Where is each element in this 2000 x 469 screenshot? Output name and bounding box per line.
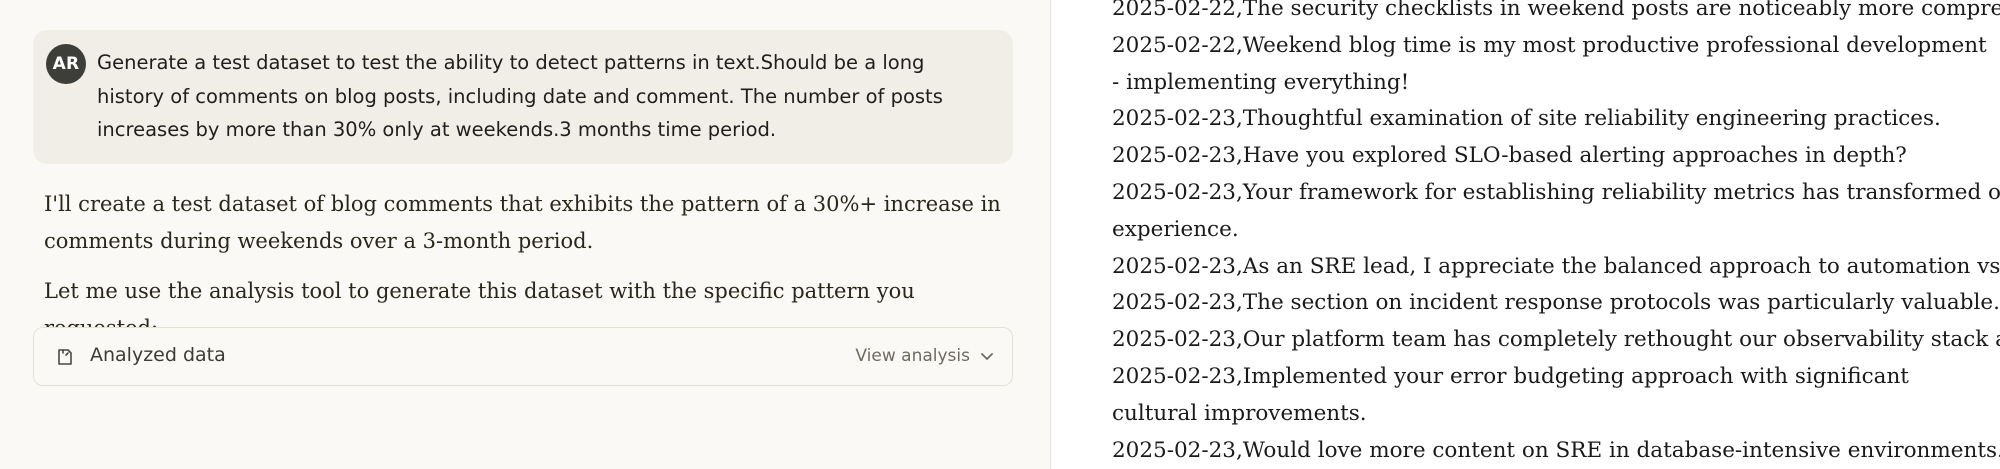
user-message-text: Generate a test dataset to test the abil… bbox=[97, 51, 943, 141]
analysis-icon bbox=[58, 349, 72, 365]
dataset-lines: 2025-02-22,The security checklists in we… bbox=[1112, 0, 2000, 469]
assistant-paragraph-1: I'll create a test dataset of blog comme… bbox=[44, 192, 1001, 253]
dataset-line: 2025-02-23,As an SRE lead, I appreciate … bbox=[1112, 253, 2000, 279]
dataset-line: experience. bbox=[1112, 216, 1239, 242]
dataset-line: 2025-02-23,Our platform team has complet… bbox=[1112, 327, 2000, 353]
chat-pane: AR Generate a test dataset to test the a… bbox=[0, 0, 1051, 469]
analysis-card[interactable]: Analyzed data View analysis bbox=[33, 327, 1013, 386]
user-avatar[interactable]: AR bbox=[46, 44, 86, 84]
view-analysis-label: View analysis bbox=[855, 346, 970, 366]
user-message: AR Generate a test dataset to test the a… bbox=[33, 30, 1013, 164]
dataset-line: 2025-02-22,Weekend blog time is my most … bbox=[1112, 32, 1987, 95]
dataset-line: 2025-02-23,The section on incident respo… bbox=[1112, 290, 2000, 316]
dataset-line: 2025-02-23,Implemented your error budget… bbox=[1112, 363, 1909, 426]
analysis-label: Analyzed data bbox=[90, 344, 226, 366]
dataset-line: 2025-02-22,The security checklists in we… bbox=[1112, 0, 2000, 21]
view-analysis-button[interactable]: View analysis bbox=[855, 346, 994, 366]
dataset-pane: 2025-02-22,The security checklists in we… bbox=[1052, 0, 2000, 469]
dataset-line: 2025-02-23,Your framework for establishi… bbox=[1112, 179, 2000, 205]
dataset-line: 2025-02-23,Would love more content on SR… bbox=[1112, 437, 2000, 463]
chevron-down-icon bbox=[981, 353, 993, 360]
app-layout: AR Generate a test dataset to test the a… bbox=[0, 0, 2000, 469]
dataset-line: 2025-02-23,Thoughtful examination of sit… bbox=[1112, 106, 1941, 132]
dataset-line: 2025-02-23,Have you explored SLO-based a… bbox=[1112, 143, 1907, 169]
